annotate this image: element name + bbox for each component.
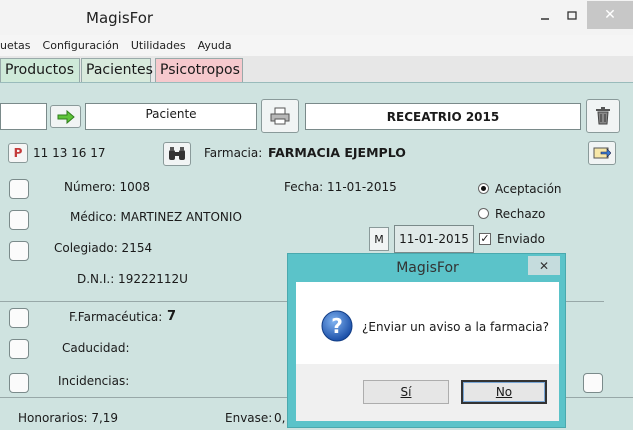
printer-icon bbox=[270, 107, 290, 125]
arrow-right-icon bbox=[57, 109, 75, 124]
no-button[interactable]: No bbox=[461, 380, 547, 404]
dni-label: D.N.I.: 19222112U bbox=[77, 272, 188, 286]
tab-productos[interactable]: Productos bbox=[0, 58, 80, 82]
maximize-button[interactable] bbox=[559, 6, 585, 26]
envase-label: Envase: bbox=[225, 411, 273, 425]
question-icon: ? bbox=[321, 310, 353, 342]
incidencias-label: Incidencias: bbox=[58, 374, 130, 388]
send-button[interactable] bbox=[588, 141, 616, 165]
checkbox-colegiado[interactable] bbox=[9, 241, 29, 261]
aceptacion-label: Aceptación bbox=[495, 182, 562, 196]
farmacia-label: Farmacia: bbox=[204, 146, 263, 160]
tab-pacientes[interactable]: Pacientes bbox=[81, 58, 153, 82]
codes-label: 11 13 16 17 bbox=[33, 146, 106, 160]
enviado-label: Enviado bbox=[497, 232, 545, 246]
caducidad-label: Caducidad: bbox=[62, 341, 130, 355]
minimize-button[interactable] bbox=[532, 6, 558, 26]
go-button[interactable] bbox=[50, 105, 81, 128]
tab-bar: Productos Pacientes Psicotropos bbox=[0, 56, 633, 82]
fecha-label: Fecha: 11-01-2015 bbox=[284, 180, 397, 194]
radio-rechazo[interactable] bbox=[478, 208, 489, 219]
checkbox-right[interactable] bbox=[583, 373, 603, 393]
minimize-icon bbox=[541, 18, 549, 20]
dialog-title: MagisFor bbox=[396, 260, 459, 276]
menu-ayuda[interactable]: Ayuda bbox=[192, 39, 238, 52]
checkbox-enviado[interactable]: ✓ bbox=[479, 233, 491, 245]
honorarios-label: Honorarios: 7,19 bbox=[18, 411, 119, 425]
window-title: MagisFor bbox=[86, 9, 154, 27]
farmaceutica-label: F.Farmacéutica: bbox=[69, 310, 163, 324]
dialog-close-button[interactable]: ✕ bbox=[528, 256, 560, 275]
menu-utilidades[interactable]: Utilidades bbox=[125, 39, 192, 52]
checkbox-farmaceutica[interactable] bbox=[9, 308, 29, 328]
checkbox-numero[interactable] bbox=[9, 179, 29, 199]
close-button[interactable]: ✕ bbox=[587, 1, 633, 29]
menu-etiquetas[interactable]: uetas bbox=[0, 39, 37, 52]
menu-bar: uetas Configuración Utilidades Ayuda bbox=[0, 35, 633, 56]
svg-text:?: ? bbox=[331, 314, 343, 338]
colegiado-label: Colegiado: 2154 bbox=[54, 241, 153, 255]
medico-label: Médico: MARTINEZ ANTONIO bbox=[70, 210, 242, 224]
close-icon: ✕ bbox=[604, 7, 616, 23]
close-icon: ✕ bbox=[538, 258, 550, 273]
envase-value: 0, bbox=[274, 411, 286, 425]
date-field[interactable]: 11-01-2015 bbox=[394, 225, 474, 253]
title-bar: MagisFor ✕ bbox=[0, 0, 633, 35]
search-field[interactable] bbox=[0, 103, 47, 130]
rechazo-label: Rechazo bbox=[495, 207, 546, 221]
receta-title: RECEATRIO 2015 bbox=[305, 103, 581, 130]
paciente-field[interactable]: Paciente bbox=[85, 103, 257, 130]
dialog-message: ¿Enviar un aviso a la farmacia? bbox=[362, 320, 549, 334]
farmaceutica-value: 7 bbox=[167, 309, 177, 324]
m-button[interactable]: M bbox=[369, 227, 389, 251]
farmacia-value: FARMACIA EJEMPLO bbox=[268, 145, 406, 160]
checkbox-caducidad[interactable] bbox=[9, 339, 29, 359]
maximize-icon bbox=[567, 11, 577, 20]
p-badge[interactable]: P bbox=[8, 143, 28, 163]
checkbox-incidencias[interactable] bbox=[9, 373, 29, 393]
confirm-dialog: MagisFor ✕ ? ¿Enviar un aviso a la farma… bbox=[287, 253, 566, 428]
radio-aceptacion[interactable] bbox=[478, 183, 489, 194]
send-icon bbox=[593, 147, 611, 159]
delete-button[interactable] bbox=[586, 99, 620, 133]
tab-psicotropos[interactable]: Psicotropos bbox=[155, 58, 243, 82]
yes-button[interactable]: Sí bbox=[363, 380, 449, 404]
numero-label: Número: 1008 bbox=[64, 180, 151, 194]
trash-icon bbox=[596, 107, 610, 125]
dialog-body: ? ¿Enviar un aviso a la farmacia? bbox=[296, 282, 559, 364]
binoculars-icon bbox=[169, 147, 185, 160]
checkbox-medico[interactable] bbox=[9, 210, 29, 230]
print-button[interactable] bbox=[261, 99, 299, 133]
dialog-footer: Sí No bbox=[296, 364, 559, 421]
menu-configuracion[interactable]: Configuración bbox=[37, 39, 125, 52]
binoculars-button[interactable] bbox=[163, 142, 191, 166]
